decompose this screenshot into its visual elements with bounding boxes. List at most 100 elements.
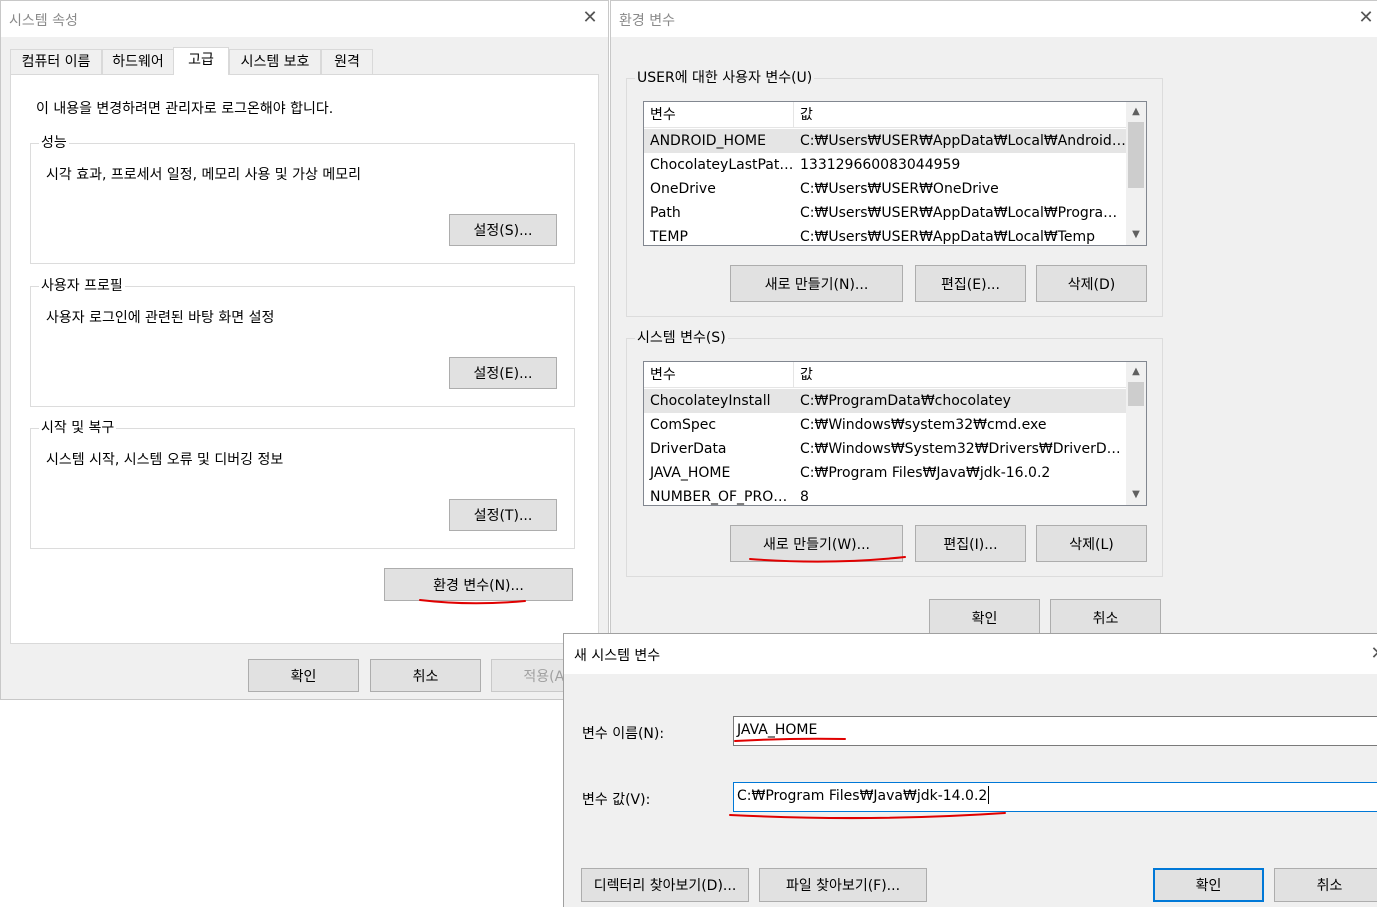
- tab-hardware[interactable]: 하드웨어: [102, 49, 174, 75]
- performance-description: 시각 효과, 프로세서 일정, 메모리 사용 및 가상 메모리: [46, 167, 361, 183]
- new-variable-cancel-button[interactable]: 취소: [1274, 868, 1377, 902]
- environment-variables-titlebar: 환경 변수 ✕: [611, 1, 1377, 37]
- table-row[interactable]: ANDROID_HOME C:₩Users₩USER₩AppData₩Local…: [644, 129, 1126, 153]
- table-row[interactable]: ChocolateyInstall C:₩ProgramData₩chocola…: [644, 389, 1126, 413]
- variable-name: Path: [650, 205, 681, 221]
- chevron-up-icon[interactable]: ▲: [1126, 362, 1146, 382]
- tab-advanced[interactable]: 고급: [173, 47, 229, 75]
- column-header-value[interactable]: 값: [794, 102, 1126, 128]
- user-variables-list[interactable]: 변수 값 ANDROID_HOME C:₩Users₩USER₩AppData₩…: [643, 101, 1147, 246]
- variable-value: C:₩ProgramData₩chocolatey: [800, 393, 1011, 409]
- user-profile-description: 사용자 로그인에 관련된 바탕 화면 설정: [46, 310, 275, 326]
- new-system-variable-dialog: 새 시스템 변수 ✕ 변수 이름(N): JAVA_HOME 변수 값(V): …: [563, 633, 1377, 907]
- chevron-down-icon[interactable]: ▼: [1126, 225, 1146, 245]
- table-row[interactable]: NUMBER_OF_PROC... 8: [644, 485, 1126, 505]
- tab-remote[interactable]: 원격: [321, 49, 373, 75]
- variable-name-input[interactable]: JAVA_HOME: [733, 716, 1377, 746]
- environment-variables-title: 환경 변수: [619, 13, 675, 29]
- user-new-button[interactable]: 새로 만들기(N)...: [730, 265, 903, 302]
- new-system-variable-title: 새 시스템 변수: [574, 648, 661, 664]
- performance-group: 성능 시각 효과, 프로세서 일정, 메모리 사용 및 가상 메모리 설정(S)…: [30, 134, 575, 264]
- variable-name-value: JAVA_HOME: [737, 722, 818, 738]
- variable-name: DriverData: [650, 441, 727, 457]
- table-row[interactable]: TEMP C:₩Users₩USER₩AppData₩Local₩Temp: [644, 225, 1126, 245]
- variable-name: ComSpec: [650, 417, 717, 433]
- column-header-variable[interactable]: 변수: [644, 362, 794, 388]
- table-row[interactable]: JAVA_HOME C:₩Program Files₩Java₩jdk-16.0…: [644, 461, 1126, 485]
- chevron-down-icon[interactable]: ▼: [1126, 485, 1146, 505]
- user-profile-legend: 사용자 프로필: [39, 277, 125, 295]
- browse-directory-button[interactable]: 디렉터리 찾아보기(D)...: [581, 868, 749, 902]
- variable-name: ChocolateyLastPath...: [650, 157, 794, 173]
- user-profile-group: 사용자 프로필 사용자 로그인에 관련된 바탕 화면 설정 설정(E)...: [30, 277, 575, 407]
- tab-label: 컴퓨터 이름: [21, 54, 91, 70]
- system-properties-title: 시스템 속성: [9, 13, 78, 29]
- system-new-button[interactable]: 새로 만들기(W)...: [730, 525, 903, 562]
- column-header-value[interactable]: 값: [794, 362, 1126, 388]
- table-row[interactable]: ChocolateyLastPath... 133129660083044959: [644, 153, 1126, 177]
- variable-value: C:₩Users₩USER₩AppData₩Local₩Temp: [800, 229, 1095, 245]
- tab-system-protection[interactable]: 시스템 보호: [229, 49, 321, 75]
- system-properties-ok-button[interactable]: 확인: [248, 659, 359, 692]
- tab-label: 원격: [334, 54, 360, 70]
- tab-label: 시스템 보호: [240, 54, 310, 70]
- variable-value: 8: [800, 489, 809, 505]
- new-variable-ok-button[interactable]: 확인: [1153, 868, 1264, 902]
- scroll-thumb[interactable]: [1128, 382, 1144, 406]
- close-icon[interactable]: ✕: [1355, 7, 1377, 29]
- browse-file-button[interactable]: 파일 찾아보기(F)...: [759, 868, 927, 902]
- tab-label: 고급: [188, 52, 214, 68]
- advanced-tab-panel: 이 내용을 변경하려면 관리자로 로그온해야 합니다. 성능 시각 효과, 프로…: [10, 74, 599, 644]
- table-row[interactable]: Path C:₩Users₩USER₩AppData₩Local₩Program…: [644, 201, 1126, 225]
- environment-variables-window: 환경 변수 ✕ USER에 대한 사용자 변수(U) 변수 값 ANDROID_…: [610, 0, 1377, 640]
- system-variables-group: 시스템 변수(S) 변수 값 ChocolateyInstall C:₩Prog…: [626, 329, 1163, 577]
- variable-value-label: 변수 값(V):: [582, 792, 651, 808]
- startup-recovery-description: 시스템 시작, 시스템 오류 및 디버깅 정보: [46, 452, 284, 468]
- variable-value: C:₩Users₩USER₩AppData₩Local₩Programs...: [800, 205, 1126, 221]
- scroll-thumb[interactable]: [1128, 122, 1144, 188]
- user-delete-button[interactable]: 삭제(D): [1036, 265, 1147, 302]
- startup-recovery-settings-button[interactable]: 설정(T)...: [449, 499, 557, 531]
- close-icon[interactable]: ✕: [579, 7, 601, 29]
- close-icon[interactable]: ✕: [1367, 643, 1377, 665]
- user-edit-button[interactable]: 편집(E)...: [915, 265, 1026, 302]
- variable-value: 133129660083044959: [800, 157, 961, 173]
- variable-name: TEMP: [650, 229, 688, 245]
- system-edit-button[interactable]: 편집(I)...: [915, 525, 1026, 562]
- column-header-variable[interactable]: 변수: [644, 102, 794, 128]
- performance-settings-button[interactable]: 설정(S)...: [449, 214, 557, 246]
- variable-value: C:₩Program Files₩Java₩jdk-16.0.2: [800, 465, 1051, 481]
- system-properties-cancel-button[interactable]: 취소: [370, 659, 481, 692]
- tab-label: 하드웨어: [112, 54, 164, 70]
- variable-name: NUMBER_OF_PROC...: [650, 489, 794, 505]
- system-delete-button[interactable]: 삭제(L): [1036, 525, 1147, 562]
- tab-computer-name[interactable]: 컴퓨터 이름: [10, 49, 102, 75]
- startup-recovery-group: 시작 및 복구 시스템 시작, 시스템 오류 및 디버깅 정보 설정(T)...: [30, 419, 575, 549]
- table-row[interactable]: DriverData C:₩Windows₩System32₩Drivers₩D…: [644, 437, 1126, 461]
- table-row[interactable]: OneDrive C:₩Users₩USER₩OneDrive: [644, 177, 1126, 201]
- user-variables-scrollbar[interactable]: ▲ ▼: [1126, 102, 1146, 245]
- variable-name: OneDrive: [650, 181, 716, 197]
- variable-value: C:₩Users₩USER₩AppData₩Local₩Android₩...: [800, 133, 1126, 149]
- system-properties-titlebar: 시스템 속성 ✕: [1, 1, 608, 37]
- user-variables-legend: USER에 대한 사용자 변수(U): [635, 69, 815, 87]
- variable-value-input[interactable]: C:₩Program Files₩Java₩jdk-14.0.2: [733, 782, 1377, 812]
- variable-value-value: C:₩Program Files₩Java₩jdk-14.0.2: [737, 788, 988, 804]
- user-profile-settings-button[interactable]: 설정(E)...: [449, 357, 557, 389]
- environment-variables-button[interactable]: 환경 변수(N)...: [384, 568, 573, 601]
- variable-value: C:₩Windows₩System32₩Drivers₩DriverData: [800, 441, 1126, 457]
- variable-value: C:₩Windows₩system32₩cmd.exe: [800, 417, 1047, 433]
- text-caret: [988, 786, 990, 804]
- variable-name: ChocolateyInstall: [650, 393, 771, 409]
- environment-variables-ok-button[interactable]: 확인: [929, 599, 1040, 636]
- environment-variables-cancel-button[interactable]: 취소: [1050, 599, 1161, 636]
- variable-name: ANDROID_HOME: [650, 133, 766, 149]
- system-properties-window: 시스템 속성 ✕ 컴퓨터 이름 하드웨어 고급 시스템 보호 원격 이 내용을 …: [0, 0, 609, 700]
- startup-recovery-legend: 시작 및 복구: [39, 419, 117, 437]
- chevron-up-icon[interactable]: ▲: [1126, 102, 1146, 122]
- system-variables-list[interactable]: 변수 값 ChocolateyInstall C:₩ProgramData₩ch…: [643, 361, 1147, 506]
- table-row[interactable]: ComSpec C:₩Windows₩system32₩cmd.exe: [644, 413, 1126, 437]
- list-header: 변수 값: [644, 362, 1126, 388]
- system-variables-scrollbar[interactable]: ▲ ▼: [1126, 362, 1146, 505]
- variable-name-label: 변수 이름(N):: [582, 726, 665, 742]
